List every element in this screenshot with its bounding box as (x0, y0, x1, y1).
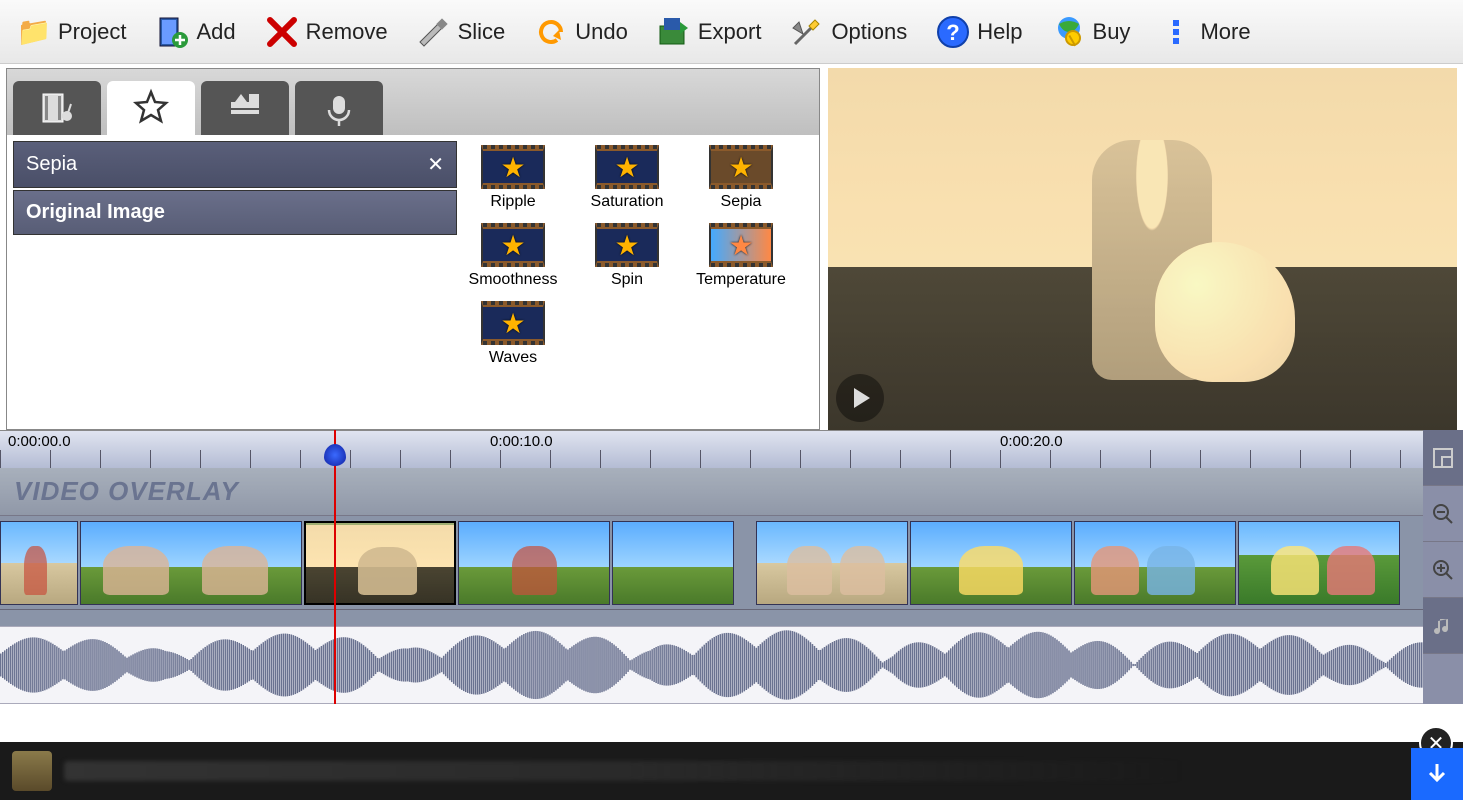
clip[interactable] (80, 521, 302, 605)
remove-effect-button[interactable]: ✕ (427, 152, 444, 177)
playhead-marker-icon[interactable] (324, 444, 346, 466)
export-button[interactable]: Export (648, 10, 770, 54)
project-label: Project (58, 19, 126, 45)
help-label: Help (977, 19, 1022, 45)
effects-panel: Sepia ✕ Original Image ★Ripple ★Saturati… (6, 68, 820, 430)
slice-label: Slice (458, 19, 506, 45)
panel-tabs (7, 69, 819, 135)
video-track[interactable] (0, 516, 1463, 610)
effect-saturation[interactable]: ★Saturation (577, 145, 677, 211)
preview-image (828, 68, 1457, 430)
overlay-track-label: VIDEO OVERLAY (14, 476, 239, 507)
more-icon (1158, 14, 1194, 50)
effects-grid: ★Ripple ★Saturation ★Sepia ★Smoothness ★… (463, 135, 819, 429)
clip[interactable] (612, 521, 734, 605)
options-button[interactable]: Options (781, 10, 915, 54)
effect-label: Spin (611, 271, 643, 288)
effect-spin[interactable]: ★Spin (577, 223, 677, 289)
slice-button[interactable]: Slice (408, 10, 514, 54)
more-button[interactable]: More (1150, 10, 1258, 54)
effect-temperature[interactable]: ★Temperature (691, 223, 791, 289)
tab-audio[interactable] (295, 81, 383, 135)
original-image-label: Original Image (26, 201, 165, 224)
export-icon (656, 14, 692, 50)
main-toolbar: 📁 Project Add Remove Slice Undo Export (0, 0, 1463, 64)
help-button[interactable]: ? Help (927, 10, 1030, 54)
fullscreen-button[interactable] (1423, 430, 1463, 486)
tab-effects[interactable] (107, 81, 195, 135)
buy-label: Buy (1093, 19, 1131, 45)
applied-effect-sublabel[interactable]: Original Image (13, 190, 457, 235)
more-label: More (1200, 19, 1250, 45)
timeline-ruler[interactable]: 0:00:00.0 0:00:10.0 0:00:20.0 (0, 430, 1463, 468)
effect-label: Waves (489, 349, 537, 366)
effect-sepia[interactable]: ★Sepia (691, 145, 791, 211)
ad-text (64, 761, 1463, 781)
playhead[interactable] (334, 430, 336, 704)
zoom-out-button[interactable] (1423, 486, 1463, 542)
export-label: Export (698, 19, 762, 45)
tab-media[interactable] (13, 81, 101, 135)
preview-pane (828, 68, 1457, 430)
music-track-button[interactable] (1423, 598, 1463, 654)
undo-icon (533, 14, 569, 50)
audio-track[interactable] (0, 626, 1463, 704)
clip[interactable] (1074, 521, 1236, 605)
remove-button[interactable]: Remove (256, 10, 396, 54)
buy-icon (1051, 14, 1087, 50)
effect-label: Saturation (591, 193, 664, 210)
clip[interactable] (1238, 521, 1400, 605)
effect-label: Smoothness (469, 271, 558, 288)
buy-button[interactable]: Buy (1043, 10, 1139, 54)
ruler-label: 0:00:10.0 (490, 433, 553, 450)
add-label: Add (196, 19, 235, 45)
options-icon (789, 14, 825, 50)
tab-transitions[interactable] (201, 81, 289, 135)
help-icon: ? (935, 14, 971, 50)
applied-effect-item[interactable]: Sepia ✕ (13, 141, 457, 188)
ruler-label: 0:00:00.0 (8, 433, 71, 450)
clip[interactable] (458, 521, 610, 605)
effect-label: Temperature (696, 271, 786, 288)
clip-selected[interactable] (304, 521, 456, 605)
remove-icon (264, 14, 300, 50)
effect-ripple[interactable]: ★Ripple (463, 145, 563, 211)
ruler-label: 0:00:20.0 (1000, 433, 1063, 450)
clip[interactable] (910, 521, 1072, 605)
undo-label: Undo (575, 19, 628, 45)
remove-label: Remove (306, 19, 388, 45)
zoom-in-button[interactable] (1423, 542, 1463, 598)
add-icon (154, 14, 190, 50)
ad-download-button[interactable] (1411, 748, 1463, 800)
effect-smoothness[interactable]: ★Smoothness (463, 223, 563, 289)
project-button[interactable]: 📁 Project (8, 10, 134, 54)
play-button[interactable] (836, 374, 884, 422)
ad-app-icon[interactable] (12, 751, 52, 791)
folder-icon: 📁 (16, 14, 52, 50)
applied-effect-name: Sepia (26, 153, 77, 176)
effect-waves[interactable]: ★Waves (463, 301, 563, 367)
effect-label: Ripple (490, 193, 535, 210)
timeline: 0:00:00.0 0:00:10.0 0:00:20.0 VIDEO OVER… (0, 430, 1463, 704)
options-label: Options (831, 19, 907, 45)
svg-text:?: ? (947, 20, 960, 45)
add-button[interactable]: Add (146, 10, 243, 54)
video-overlay-track[interactable]: VIDEO OVERLAY (0, 468, 1463, 516)
clip[interactable] (756, 521, 908, 605)
clip[interactable] (0, 521, 78, 605)
applied-effects-list: Sepia ✕ Original Image (7, 135, 463, 429)
effect-label: Sepia (721, 193, 762, 210)
ad-bar: ✕ (0, 742, 1463, 800)
undo-button[interactable]: Undo (525, 10, 636, 54)
audio-waveform (0, 627, 1423, 703)
timeline-side-tools (1423, 430, 1463, 704)
slice-icon (416, 14, 452, 50)
